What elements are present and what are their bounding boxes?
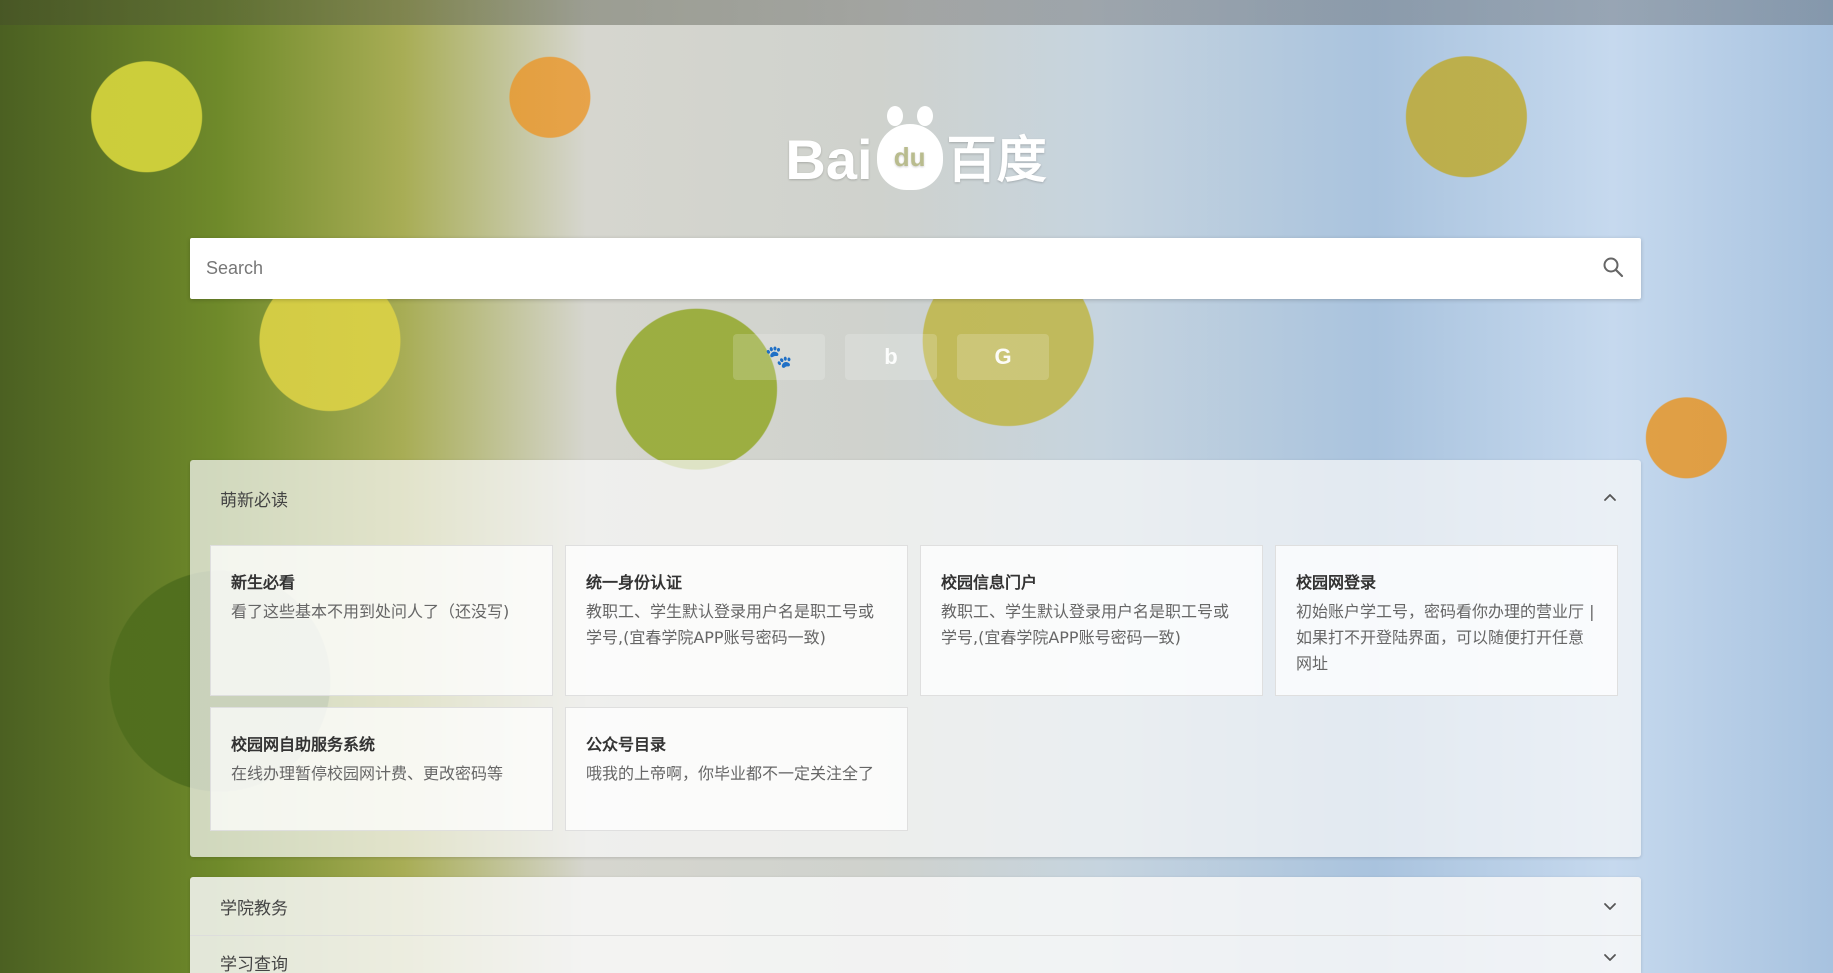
card-unified-auth[interactable]: 统一身份认证 教职工、学生默认登录用户名是职工号或学号,(宜春学院APP账号密码… (565, 545, 908, 696)
card-title: 校园信息门户 (941, 573, 1038, 592)
card-description: 初始账户学工号，密码看你办理的营业厅 | 如果打不开登陆界面，可以随便打开任意网… (1296, 602, 1595, 673)
card-description: 在线办理暂停校园网计费、更改密码等 (231, 764, 504, 783)
must-read-cards: 新生必看 看了这些基本不用到处问人了（还没写) 统一身份认证 教职工、学生默认登… (210, 545, 1621, 831)
card-description: 哦我的上帝啊，你毕业都不一定关注全了 (586, 764, 875, 783)
search-bar (190, 238, 1641, 299)
browser-top-strip (0, 0, 1833, 25)
card-description: 看了这些基本不用到处问人了（还没写) (231, 602, 510, 621)
card-network-self-service[interactable]: 校园网自助服务系统 在线办理暂停校园网计费、更改密码等 (210, 707, 553, 831)
paw-icon: 🐾 (765, 344, 793, 369)
academic-affairs-header[interactable]: 学院教务 (190, 877, 1641, 936)
card-description: 教职工、学生默认登录用户名是职工号或学号,(宜春学院APP账号密码一致) (586, 602, 875, 647)
google-icon: G (994, 344, 1012, 369)
card-campus-network-login[interactable]: 校园网登录 初始账户学工号，密码看你办理的营业厅 | 如果打不开登陆界面，可以随… (1275, 545, 1618, 696)
chevron-down-icon[interactable] (1603, 899, 1617, 913)
must-read-panel: 萌新必读 新生必看 看了这些基本不用到处问人了（还没写) 统一身份认证 教职工、… (190, 460, 1641, 857)
search-button[interactable] (1585, 238, 1641, 299)
collapsed-sections: 学院教务 学习查询 (190, 877, 1641, 973)
engine-google-button[interactable]: G (957, 334, 1049, 380)
card-title: 校园网登录 (1296, 573, 1377, 592)
card-description: 教职工、学生默认登录用户名是职工号或学号,(宜春学院APP账号密码一致) (941, 602, 1230, 647)
engine-bing-button[interactable]: b (845, 334, 937, 380)
study-query-title: 学习查询 (220, 955, 288, 973)
card-title: 公众号目录 (586, 735, 667, 754)
search-icon (1601, 255, 1625, 283)
must-read-title: 萌新必读 (220, 490, 288, 511)
chevron-up-icon[interactable] (1603, 491, 1617, 505)
card-freshman-guide[interactable]: 新生必看 看了这些基本不用到处问人了（还没写) (210, 545, 553, 696)
search-input[interactable] (190, 238, 1585, 299)
card-title: 新生必看 (231, 573, 296, 592)
paw-logo-icon: du (876, 106, 943, 190)
must-read-header[interactable]: 萌新必读 (190, 460, 1641, 536)
baidu-logo: Bai du 百度 (783, 100, 1049, 192)
logo-paw-text: du (893, 141, 926, 172)
logo-left-text: Bai (785, 128, 873, 191)
study-query-header[interactable]: 学习查询 (190, 936, 1641, 973)
card-campus-portal[interactable]: 校园信息门户 教职工、学生默认登录用户名是职工号或学号,(宜春学院APP账号密码… (920, 545, 1263, 696)
search-engine-switcher: 🐾 b G (733, 334, 1049, 380)
card-title: 统一身份认证 (586, 573, 683, 592)
engine-baidu-button[interactable]: 🐾 (733, 334, 825, 380)
card-official-accounts[interactable]: 公众号目录 哦我的上帝啊，你毕业都不一定关注全了 (565, 707, 908, 831)
card-title: 校园网自助服务系统 (231, 735, 376, 754)
logo-right-text: 百度 (946, 131, 1047, 189)
bing-icon: b (884, 344, 898, 369)
chevron-down-icon[interactable] (1603, 950, 1617, 964)
academic-affairs-title: 学院教务 (220, 898, 288, 919)
